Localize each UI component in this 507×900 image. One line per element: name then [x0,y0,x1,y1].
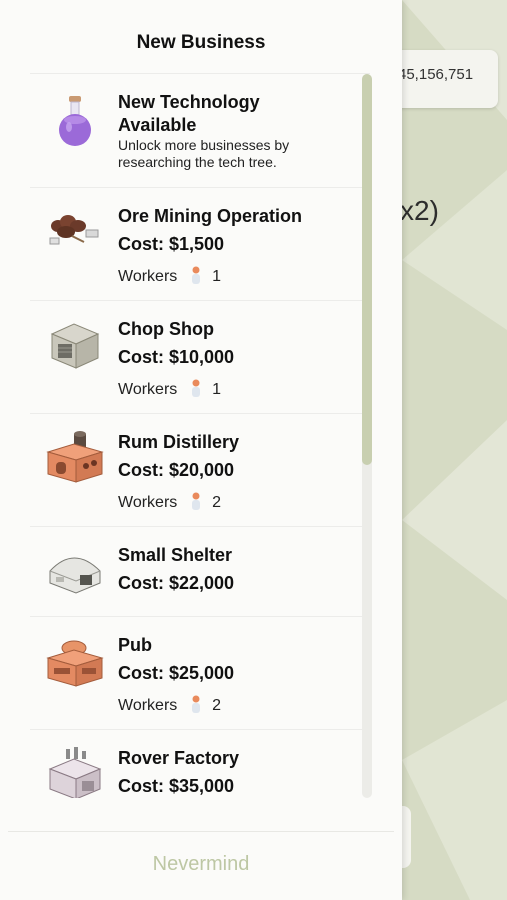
business-name: Pub [118,635,152,655]
workers-count: 1 [212,268,222,285]
list-item-pub[interactable]: Pub Cost: $25,000 Workers 2 [30,617,370,730]
pub-icon [46,640,104,687]
worker-icon [191,695,200,713]
list-item-chop-shop[interactable]: Chop Shop Cost: $10,000 Workers 1 [30,301,370,414]
tech-description: Unlock more businesses by researching th… [118,137,290,170]
business-workers: Workers 1 [118,266,221,286]
rover-factory-icon [48,747,102,798]
business-cost: Cost: $25,000 [118,663,235,683]
money-amount: 45,156,751 [398,66,474,83]
multiplier-text: x2) [400,195,439,226]
workers-count: 2 [212,697,222,714]
nevermind-button[interactable]: Nevermind [0,853,402,876]
list-item-ore-mining[interactable]: Ore Mining Operation Cost: $1,500 Worker… [30,188,370,301]
business-name: Rum Distillery [118,432,240,452]
distillery-icon [46,431,104,483]
potion-flask-icon [59,96,91,146]
divider [8,831,394,832]
list-item-rum-distillery[interactable]: Rum Distillery Cost: $20,000 Workers 2 [30,414,370,527]
list-item-small-shelter[interactable]: Small Shelter Cost: $22,000 [30,527,370,617]
business-workers: Workers 2 [118,492,221,512]
workers-label: Workers [118,268,178,285]
business-cost: Cost: $35,000 [118,776,235,796]
worker-icon [191,266,200,284]
business-cost: Cost: $10,000 [118,347,235,367]
list-scrollbar[interactable] [362,74,372,798]
business-name: Rover Factory [118,748,240,768]
tech-title: New Technology Available [118,92,260,135]
workers-count: 2 [212,494,222,511]
business-list[interactable]: New Technology Available Unlock more bus… [30,74,370,798]
business-workers: Workers 1 [118,379,221,399]
workers-label: Workers [118,381,178,398]
workers-label: Workers [118,697,178,714]
list-item-rover-factory[interactable]: Rover Factory Cost: $35,000 [30,730,370,798]
business-cost: Cost: $1,500 [118,234,225,254]
worker-icon [191,492,200,510]
chop-shop-icon [50,323,100,369]
new-business-panel: New Business New Technology Available Un… [0,0,402,900]
business-name: Small Shelter [118,545,233,565]
ore-mine-icon [49,215,99,245]
scrollbar-thumb[interactable] [362,74,372,465]
shelter-icon [49,557,101,594]
list-item-new-technology[interactable]: New Technology Available Unlock more bus… [30,74,370,188]
business-cost: Cost: $20,000 [118,460,235,480]
worker-icon [191,379,200,397]
business-name: Chop Shop [118,319,214,339]
business-workers: Workers 2 [118,695,221,715]
panel-title: New Business [136,32,266,53]
workers-count: 1 [212,381,222,398]
workers-label: Workers [118,494,178,511]
business-name: Ore Mining Operation [118,206,303,226]
business-cost: Cost: $22,000 [118,573,235,593]
